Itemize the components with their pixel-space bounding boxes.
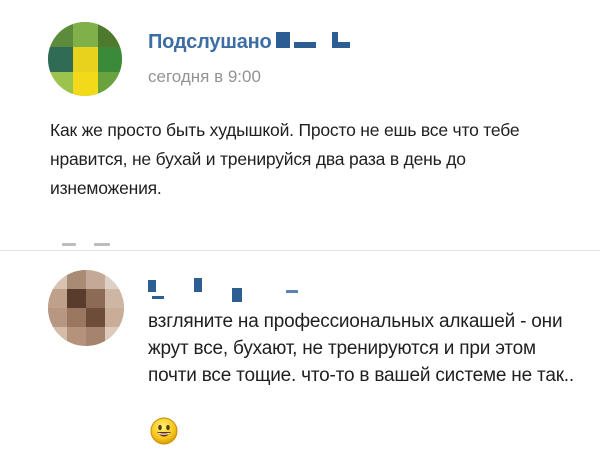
comment-body-text: взгляните на профессиональных алкашей - … (148, 311, 574, 386)
avatar-pixel (73, 47, 98, 72)
avatar-pixel (48, 270, 67, 289)
post-card: Подслушано сегодня в 9:00 Как же просто … (0, 0, 600, 244)
redacted-block (148, 280, 156, 292)
avatar-pixel (48, 47, 73, 72)
avatar-pixel (73, 72, 98, 96)
divider-fragment (62, 243, 76, 246)
post-timestamp[interactable]: сегодня в 9:00 (148, 67, 261, 87)
avatar-pixel (98, 22, 122, 47)
avatar-pixel (48, 72, 73, 96)
divider-fragment (94, 243, 110, 246)
avatar-pixel (86, 270, 105, 289)
vk-post-screenshot: Подслушано сегодня в 9:00 Как же просто … (0, 0, 600, 451)
divider (0, 244, 600, 251)
avatar-pixel (105, 308, 124, 327)
redacted-block (337, 42, 350, 48)
redacted-block (293, 42, 316, 48)
avatar-pixel (73, 22, 98, 47)
avatar-pixel (98, 47, 122, 72)
avatar-pixel (98, 72, 122, 96)
avatar-pixel (86, 289, 105, 308)
redacted-block (286, 290, 298, 293)
avatar-pixel (67, 327, 86, 346)
avatar-pixel (67, 308, 86, 327)
avatar-pixel (67, 270, 86, 289)
redacted-block (275, 32, 290, 48)
avatar-pixel (67, 289, 86, 308)
avatar-pixel (105, 289, 124, 308)
redacted-block (232, 288, 242, 302)
comment-card: взгляните на профессиональных алкашей - … (0, 252, 600, 451)
post-avatar[interactable] (48, 22, 122, 96)
smiley-emoji-icon (150, 417, 178, 445)
post-author-label: Подслушано (148, 31, 272, 53)
post-body-text: Как же просто быть худышкой. Просто не е… (50, 120, 520, 198)
avatar-pixel (86, 327, 105, 346)
redacted-block (194, 278, 202, 292)
avatar-pixel (48, 308, 67, 327)
avatar-pixel (105, 327, 124, 346)
comment-author-name[interactable] (148, 272, 348, 302)
avatar-pixel (48, 22, 73, 47)
avatar-pixel (48, 289, 67, 308)
post-author-name[interactable]: Подслушано (148, 31, 350, 54)
avatar-pixel (48, 327, 67, 346)
avatar-pixel (86, 308, 105, 327)
avatar-pixel (105, 270, 124, 289)
comment-avatar[interactable] (48, 270, 124, 346)
redacted-block (152, 296, 164, 299)
